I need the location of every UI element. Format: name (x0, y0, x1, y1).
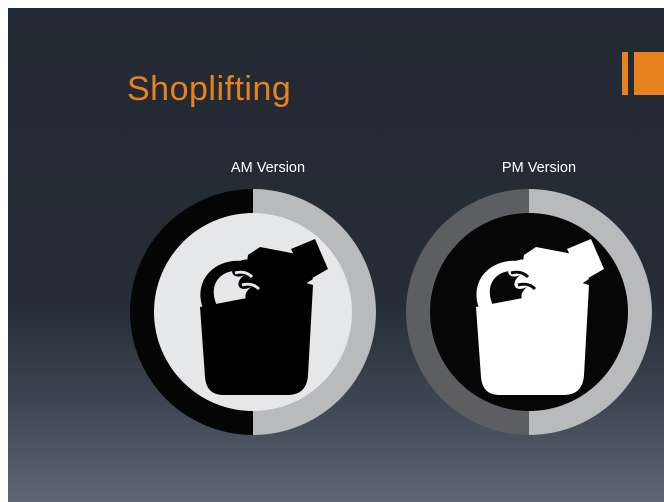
shoplifting-bag-icon (406, 189, 652, 435)
presentation-slide: Shoplifting AM Version PM Version (8, 8, 664, 502)
accent-bar-thick (634, 52, 664, 95)
pm-version-label: PM Version (501, 160, 577, 176)
slide-title: Shoplifting (127, 70, 292, 108)
am-version-label: AM Version (230, 160, 306, 176)
accent-bars (622, 52, 664, 95)
accent-bar-thin (622, 52, 628, 95)
shoplifting-bag-icon (130, 189, 376, 435)
